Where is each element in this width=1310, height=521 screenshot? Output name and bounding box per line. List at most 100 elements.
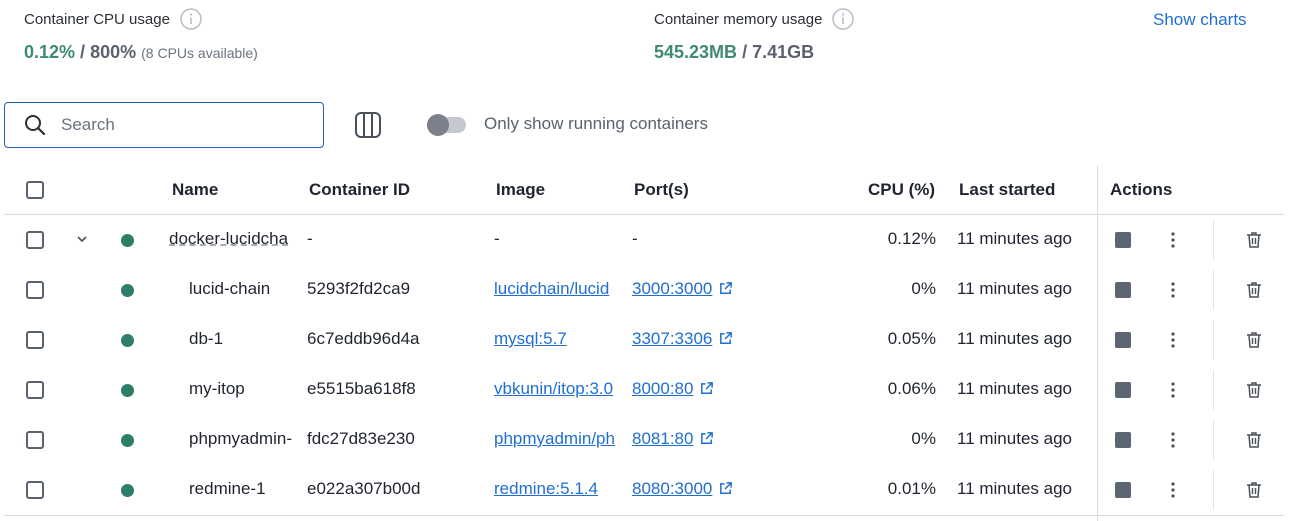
container-id: -	[307, 229, 313, 248]
stop-icon[interactable]	[1115, 432, 1131, 448]
row-checkbox[interactable]	[26, 281, 44, 299]
container-image-link[interactable]: lucidchain/lucid	[494, 279, 622, 299]
container-image-link[interactable]: mysql:5.7	[494, 329, 622, 349]
trash-icon[interactable]	[1244, 330, 1264, 350]
running-status-dot	[121, 334, 134, 347]
info-icon[interactable]	[180, 8, 202, 30]
cpu-percent: 0.06%	[887, 379, 936, 398]
trash-icon[interactable]	[1244, 430, 1264, 450]
table-bottom-border	[4, 515, 1284, 516]
columns-icon[interactable]	[354, 111, 382, 139]
action-separator	[1213, 470, 1214, 510]
table-row[interactable]: db-1 6c7eddb96d4a mysql:5.7 3307:3306 0.05% 1…	[4, 315, 1284, 365]
trash-icon[interactable]	[1244, 380, 1264, 400]
more-options-icon[interactable]	[1164, 230, 1182, 250]
port-link[interactable]: 8081:80	[632, 429, 693, 448]
toggle-knob	[427, 114, 449, 136]
row-checkbox[interactable]	[26, 331, 44, 349]
container-image-link[interactable]: phpmyadmin/ph	[494, 429, 622, 449]
table-row[interactable]: lucid-chain 5293f2fd2ca9 lucidchain/lucid 3…	[4, 265, 1284, 315]
header-container-id[interactable]: Container ID	[309, 180, 410, 200]
container-name[interactable]: docker-lucidcha	[169, 229, 299, 249]
trash-icon[interactable]	[1244, 280, 1264, 300]
stop-icon[interactable]	[1115, 482, 1131, 498]
search-input[interactable]: Search	[61, 115, 115, 135]
cpu-percent: 0.12%	[887, 229, 936, 248]
port-link[interactable]: 3000:3000	[632, 279, 712, 298]
external-link-icon[interactable]	[718, 481, 733, 496]
header-actions: Actions	[1110, 180, 1173, 199]
row-checkbox[interactable]	[26, 431, 44, 449]
chevron-down-icon[interactable]	[74, 231, 90, 247]
memory-usage-label: Container memory usage	[654, 8, 855, 30]
external-link-icon[interactable]	[699, 381, 714, 396]
select-all-checkbox[interactable]	[26, 181, 44, 199]
search-icon	[25, 115, 46, 136]
memory-separator: /	[737, 42, 753, 62]
cpu-usage-label-text: Container CPU usage	[24, 10, 170, 28]
header-name[interactable]: Name	[172, 180, 218, 200]
port-link[interactable]: 8080:3000	[632, 479, 712, 498]
container-id: 6c7eddb96d4a	[307, 329, 420, 348]
cpu-percent: 0%	[911, 429, 936, 448]
container-name[interactable]: phpmyadmin-	[189, 429, 301, 449]
action-separator	[1213, 270, 1214, 310]
memory-used: 545.23MB	[654, 42, 738, 62]
port-cell: 8080:3000	[632, 479, 733, 499]
containers-table: Name Container ID Image Port(s) CPU (%) …	[4, 165, 1284, 521]
last-started: 11 minutes ago	[957, 429, 1072, 448]
running-only-label: Only show running containers	[484, 114, 708, 133]
header-ports[interactable]: Port(s)	[634, 180, 689, 200]
more-options-icon[interactable]	[1164, 330, 1182, 350]
stop-icon[interactable]	[1115, 382, 1131, 398]
cpu-available: (8 CPUs available)	[141, 45, 258, 61]
cpu-usage-value: 0.12% / 800% (8 CPUs available)	[24, 42, 258, 63]
info-icon[interactable]	[832, 8, 855, 30]
container-name[interactable]: my-itop	[189, 379, 301, 399]
stop-icon[interactable]	[1115, 282, 1131, 298]
table-row[interactable]: my-itop e5515ba618f8 vbkunin/itop:3.0 8000:…	[4, 365, 1284, 415]
external-link-icon[interactable]	[718, 331, 733, 346]
table-row[interactable]: phpmyadmin-fdc27d83e230 phpmyadmin/ph 8081…	[4, 415, 1284, 465]
container-image-link[interactable]: redmine:5.1.4	[494, 479, 622, 499]
more-options-icon[interactable]	[1164, 430, 1182, 450]
port-cell: 3000:3000	[632, 279, 733, 299]
row-checkbox[interactable]	[26, 481, 44, 499]
cpu-used: 0.12%	[24, 42, 76, 62]
stop-icon[interactable]	[1115, 232, 1131, 248]
container-name[interactable]: lucid-chain	[189, 279, 301, 299]
compose-group-row[interactable]: docker-lucidcha - - -0.12% 11 minutes ago	[4, 215, 1284, 265]
running-status-dot	[121, 484, 134, 497]
cpu-percent: 0.05%	[887, 329, 936, 348]
header-cpu[interactable]: CPU (%)	[868, 180, 935, 200]
container-name[interactable]: db-1	[189, 329, 301, 349]
port-cell: 8000:80	[632, 379, 714, 399]
header-last-started[interactable]: Last started	[959, 180, 1055, 200]
container-name[interactable]: redmine-1	[189, 479, 301, 499]
container-id: e5515ba618f8	[307, 379, 416, 398]
external-link-icon[interactable]	[718, 281, 733, 296]
running-status-dot	[121, 284, 134, 297]
more-options-icon[interactable]	[1164, 480, 1182, 500]
trash-icon[interactable]	[1244, 230, 1264, 250]
memory-total: 7.41GB	[752, 42, 815, 62]
search-box[interactable]: Search	[4, 102, 324, 148]
action-separator	[1213, 420, 1214, 460]
more-options-icon[interactable]	[1164, 380, 1182, 400]
port-link[interactable]: 8000:80	[632, 379, 693, 398]
trash-icon[interactable]	[1244, 480, 1264, 500]
table-row[interactable]: redmine-1 e022a307b00d redmine:5.1.4 8080:3…	[4, 465, 1284, 515]
header-image[interactable]: Image	[496, 180, 545, 200]
more-options-icon[interactable]	[1164, 280, 1182, 300]
row-checkbox[interactable]	[26, 381, 44, 399]
port-link[interactable]: 3307:3306	[632, 329, 712, 348]
external-link-icon[interactable]	[699, 431, 714, 446]
last-started: 11 minutes ago	[957, 479, 1072, 498]
show-charts-link[interactable]: Show charts	[1153, 10, 1247, 30]
row-checkbox[interactable]	[26, 231, 44, 249]
running-only-toggle[interactable]	[427, 114, 466, 136]
last-started: 11 minutes ago	[957, 229, 1072, 248]
stop-icon[interactable]	[1115, 332, 1131, 348]
container-image-link[interactable]: vbkunin/itop:3.0	[494, 379, 622, 399]
container-image: -	[494, 229, 500, 248]
